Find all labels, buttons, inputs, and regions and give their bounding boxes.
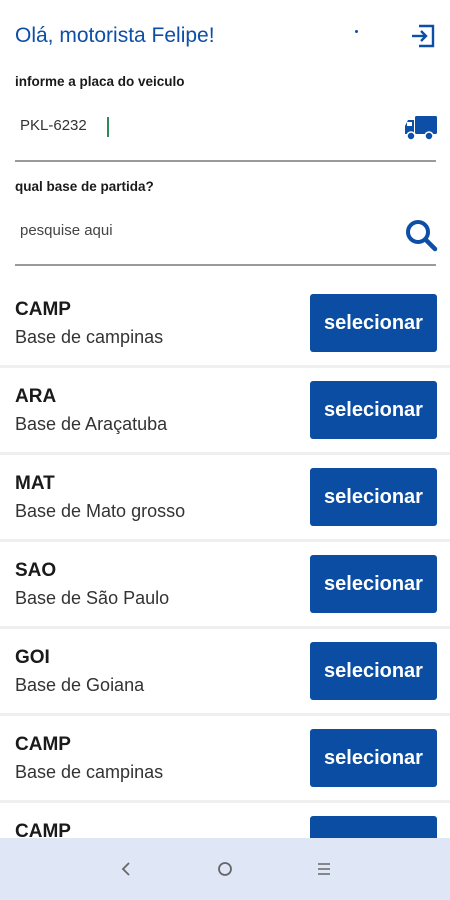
status-dot [355,30,358,33]
back-icon[interactable] [113,856,139,882]
plate-field [15,102,437,162]
plate-label: informe a placa do veiculo [15,74,185,89]
base-item-sao: SAO Base de São Paulo selecionar [0,542,450,629]
base-name: Base de Mato grosso [15,501,186,521]
base-search-field [15,205,438,266]
base-name: Base de campinas [15,762,164,782]
base-item-mat: MAT Base de Mato grosso selecionar [0,455,450,542]
select-button[interactable]: selecionar [310,381,437,439]
base-code: CAMP [15,821,71,838]
base-name: Base de campinas [15,327,164,347]
base-search-input[interactable] [20,222,360,239]
base-code: GOI [15,647,50,668]
system-nav-bar [0,838,450,900]
logout-icon[interactable] [409,22,437,50]
text-caret [107,117,109,137]
base-item-ara: ARA Base de Araçatuba selecionar [0,368,450,455]
base-code: SAO [15,560,57,581]
base-list: CAMP Base de campinas selecionar ARA Bas… [0,281,450,838]
base-item-camp-2: CAMP Base de campinas selecionar [0,716,450,803]
base-code: ARA [15,386,57,407]
base-code: MAT [15,473,55,494]
select-button[interactable]: selecionar [310,642,437,700]
home-icon[interactable] [212,856,238,882]
plate-input[interactable] [20,117,360,134]
select-button[interactable]: selecionar [310,294,437,352]
app-header: Olá, motorista Felipe! [0,0,450,72]
base-code: CAMP [15,299,71,320]
search-icon[interactable] [404,218,438,252]
greeting-title: Olá, motorista Felipe! [15,24,215,47]
base-item-goi: GOI Base de Goiana selecionar [0,629,450,716]
base-name: Base de Araçatuba [15,414,168,434]
base-code: CAMP [15,734,71,755]
base-label: qual base de partida? [15,179,154,194]
select-button[interactable]: selecionar [310,468,437,526]
select-button[interactable]: selecionar [310,729,437,787]
base-item-camp-3: CAMP [0,803,450,838]
select-button[interactable]: selecionar [310,555,437,613]
truck-icon [405,116,437,141]
select-button[interactable] [310,816,437,838]
base-name: Base de São Paulo [15,588,170,608]
recents-icon[interactable] [311,856,337,882]
base-name: Base de Goiana [15,675,145,695]
base-item-camp: CAMP Base de campinas selecionar [0,281,450,368]
